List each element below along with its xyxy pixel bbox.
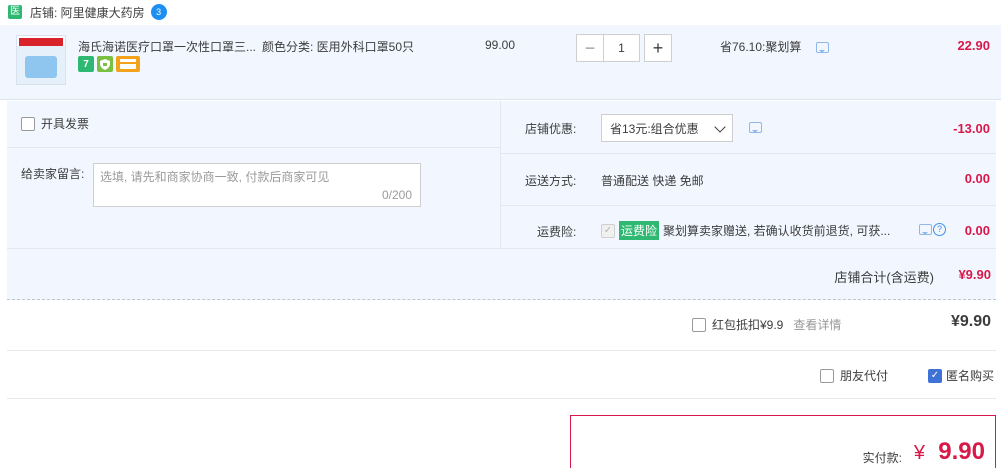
unit-price: 99.00 — [485, 38, 516, 52]
shipping-insurance-option: ✓ 运费险 聚划算卖家赠送, 若确认收货前退货, 可获... — [601, 221, 890, 240]
product-spec: 颜色分类: 医用外科口罩50只 — [262, 40, 415, 54]
shop-coupon-label: 店铺优惠: — [525, 122, 577, 136]
coupon-comment-icon[interactable] — [749, 122, 762, 133]
payment-amount: 9.90 — [938, 438, 985, 465]
panel-divider — [501, 153, 996, 154]
seller-message-box: 0/200 — [93, 163, 421, 207]
anonymous-purchase-option[interactable]: ✓ 匿名购买 — [928, 367, 994, 384]
panel-divider — [501, 205, 996, 206]
red-packet-label: 红包抵扣¥9.9 — [712, 318, 784, 332]
seven-day-return-icon[interactable]: 7 — [78, 56, 94, 72]
cart-item-row: 海氏海诺医疗口罩一次性口罩三... 颜色分类: 医用外科口罩50只 7 99.0… — [0, 25, 1001, 100]
panel-divider — [7, 147, 500, 148]
shop-total-bar: 店铺合计(含运费) ¥9.90 — [7, 248, 996, 300]
shop-total-label: 店铺合计(含运费) — [834, 270, 934, 285]
help-icon[interactable]: ? — [933, 223, 946, 236]
service-icons: 7 — [78, 56, 140, 72]
shipping-insurance-label: 运费险: — [537, 225, 577, 239]
shop-total-value: ¥9.90 — [958, 267, 991, 282]
chevron-down-icon — [714, 121, 726, 133]
insurance-amount: 0.00 — [964, 223, 990, 238]
shop-coupon-select[interactable]: 省13元:组合优惠 — [601, 114, 733, 142]
promo-savings-note: 省76.10:聚划算 — [720, 40, 802, 54]
message-char-count: 0/200 — [381, 188, 412, 202]
order-options-panel: 开具发票 给卖家留言: 0/200 店铺优惠: 省13元:组合优惠 -13.00… — [7, 101, 996, 248]
thumbnail-banner — [19, 38, 63, 46]
panel-divider-vertical — [500, 101, 501, 248]
shop-type-badge: 医 — [8, 5, 22, 19]
credit-card-icon[interactable] — [116, 56, 140, 72]
red-packet-option[interactable]: 红包抵扣¥9.9 查看详情 — [692, 316, 841, 333]
guarantee-shield-icon[interactable] — [97, 56, 113, 72]
anonymous-purchase-checkbox[interactable]: ✓ — [928, 368, 942, 383]
friend-pay-label: 朋友代付 — [840, 369, 889, 383]
payment-label: 实付款: — [862, 451, 902, 465]
red-packet-amount: ¥9.90 — [950, 313, 991, 330]
seller-message-input[interactable] — [100, 170, 400, 184]
product-thumbnail[interactable] — [16, 35, 66, 85]
quantity-plus-button[interactable]: + — [644, 34, 672, 62]
shipping-amount: 0.00 — [964, 171, 990, 186]
seller-message-label: 给卖家留言: — [21, 167, 85, 181]
friend-pay-option[interactable]: 朋友代付 — [820, 367, 888, 384]
shipping-method: 普通配送 快递 免邮 — [601, 174, 704, 188]
product-title-link[interactable]: 海氏海诺医疗口罩一次性口罩三... — [78, 38, 256, 55]
divider — [7, 350, 996, 351]
shop-chat-badge[interactable]: 3 — [150, 4, 167, 20]
shop-header: 医 店铺: 阿里健康大药房 3 — [0, 0, 1001, 24]
invoice-checkbox[interactable] — [21, 116, 35, 131]
invoice-option[interactable]: 开具发票 — [21, 115, 89, 132]
red-packet-checkbox[interactable] — [692, 317, 706, 332]
shipping-label: 运送方式: — [525, 174, 577, 188]
insurance-comment-icon[interactable] — [919, 224, 932, 235]
quantity-input[interactable]: 1 — [604, 34, 640, 62]
quantity-minus-button[interactable]: − — [576, 34, 604, 62]
invoice-label: 开具发票 — [41, 117, 90, 131]
insurance-description: 聚划算卖家赠送, 若确认收货前退货, 可获... — [663, 224, 891, 238]
promo-comment-icon[interactable] — [816, 42, 829, 53]
anonymous-purchase-label: 匿名购买 — [946, 369, 995, 383]
payment-summary-box: 实付款: ¥ 9.90 — [570, 415, 996, 468]
insurance-checkbox: ✓ — [601, 223, 615, 238]
shop-name-link[interactable]: 店铺: 阿里健康大药房 — [30, 4, 145, 21]
shop-coupon-selected: 省13元:组合优惠 — [610, 121, 699, 136]
shop-coupon-amount: -13.00 — [953, 121, 990, 136]
red-packet-details-link[interactable]: 查看详情 — [793, 316, 841, 333]
insurance-tag: 运费险 — [619, 221, 660, 240]
payment-currency: ¥ — [913, 442, 925, 464]
divider — [7, 398, 996, 399]
friend-pay-checkbox[interactable] — [820, 368, 834, 383]
thumbnail-mask-graphic — [25, 56, 57, 78]
quantity-stepper: − 1 + — [576, 34, 672, 62]
item-subtotal: 22.90 — [957, 38, 990, 53]
